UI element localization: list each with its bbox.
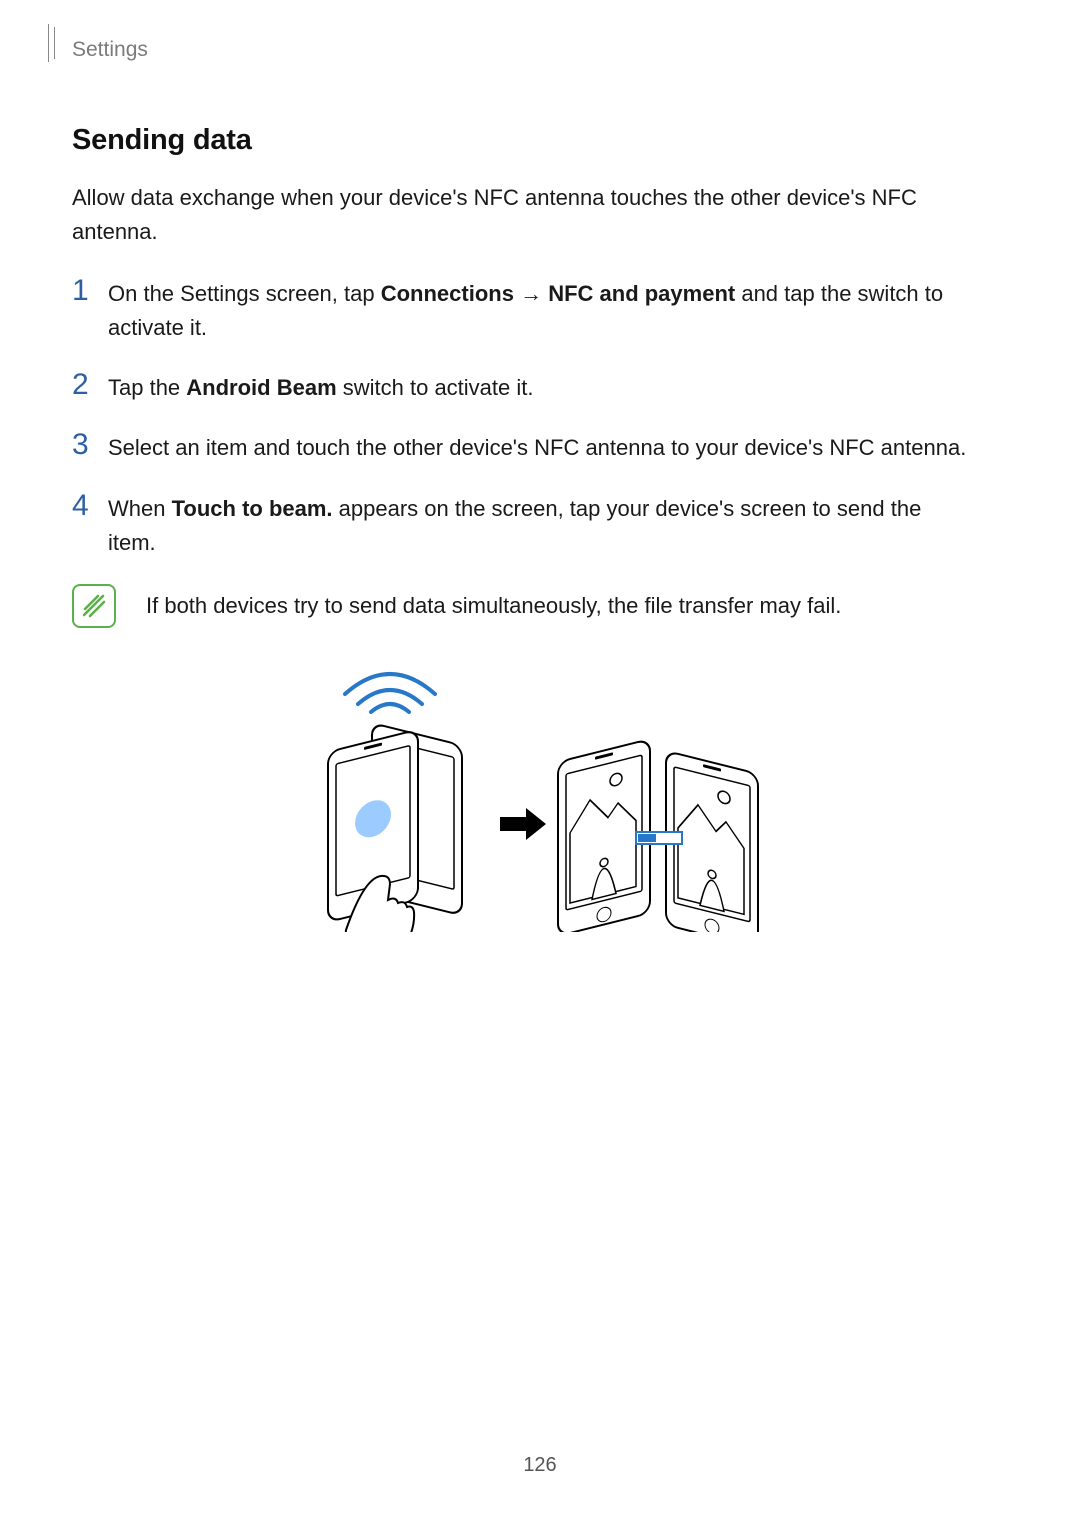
step-4: When Touch to beam. appears on the scree… <box>72 490 1008 560</box>
step-bold: Touch to beam. <box>172 496 333 521</box>
intro-paragraph: Allow data exchange when your device's N… <box>72 181 972 249</box>
step-2: Tap the Android Beam switch to activate … <box>72 369 1008 405</box>
step-bold: Connections <box>381 281 514 306</box>
step-bold: NFC and payment <box>548 281 735 306</box>
note-icon <box>72 584 116 628</box>
illustration <box>72 652 1008 932</box>
step-text: switch to activate it. <box>337 375 534 400</box>
header-rule <box>54 27 55 59</box>
step-1: On the Settings screen, tap Connections … <box>72 275 1008 345</box>
step-3: Select an item and touch the other devic… <box>72 429 1008 465</box>
step-bold: Android Beam <box>186 375 336 400</box>
step-text: → <box>514 281 548 306</box>
note-row: If both devices try to send data simulta… <box>72 584 1008 628</box>
page-number: 126 <box>0 1454 1080 1477</box>
step-text: Tap the <box>108 375 186 400</box>
note-text: If both devices try to send data simulta… <box>146 589 841 622</box>
step-text: When <box>108 496 172 521</box>
step-text: On the Settings screen, tap <box>108 281 381 306</box>
header-rule <box>48 24 49 62</box>
page-title: Sending data <box>72 124 1008 157</box>
step-list: On the Settings screen, tap Connections … <box>72 275 1008 560</box>
breadcrumb: Settings <box>72 38 1008 62</box>
step-text: Select an item and touch the other devic… <box>108 429 966 465</box>
